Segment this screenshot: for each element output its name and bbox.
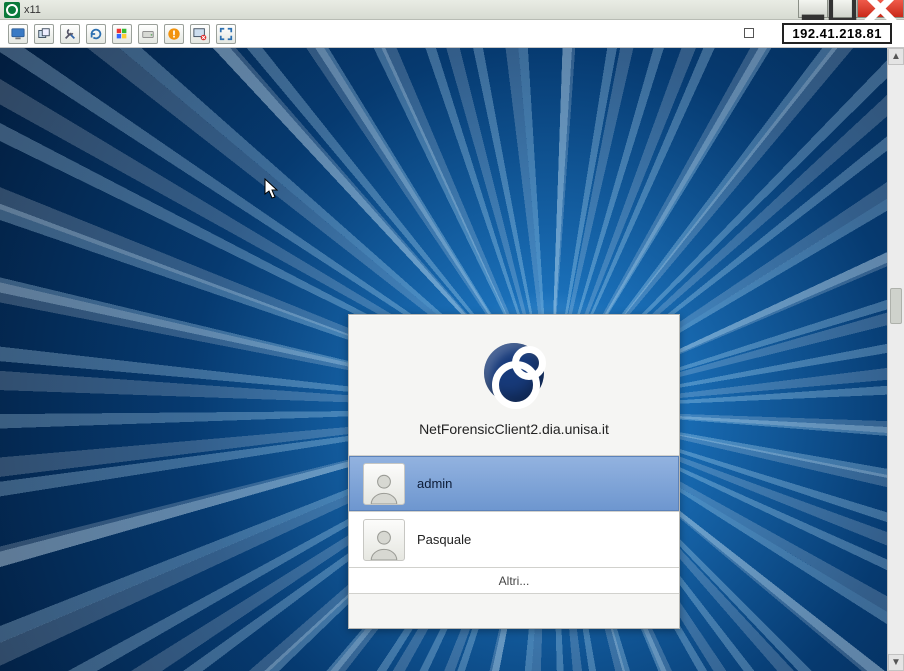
login-panel: NetForensicClient2.dia.unisa.it admin Pa… [348, 314, 680, 629]
fedora-logo-icon [484, 343, 544, 403]
minimize-button[interactable] [798, 0, 828, 18]
username-label: Pasquale [417, 532, 471, 547]
vnc-toolbar: 192.41.218.81 [0, 20, 904, 48]
drive-icon[interactable] [138, 24, 158, 44]
status-indicator [744, 28, 754, 38]
user-row-pasquale[interactable]: Pasquale [349, 512, 679, 568]
alert-icon[interactable] [164, 24, 184, 44]
other-users-row[interactable]: Altri... [349, 568, 679, 594]
windows-flag-icon[interactable] [112, 24, 132, 44]
screen-x-icon[interactable] [190, 24, 210, 44]
username-label: admin [417, 476, 452, 491]
windows-overlap-icon[interactable] [34, 24, 54, 44]
ip-address-field[interactable]: 192.41.218.81 [782, 23, 892, 44]
refresh-icon[interactable] [86, 24, 106, 44]
other-users-label: Altri... [499, 574, 530, 588]
remote-desktop-viewport[interactable]: NetForensicClient2.dia.unisa.it admin Pa… [0, 48, 887, 671]
scrollbar-thumb[interactable] [890, 288, 902, 324]
fullscreen-icon[interactable] [216, 24, 236, 44]
scroll-down-button[interactable]: ▼ [888, 654, 904, 671]
monitor-icon[interactable] [8, 24, 28, 44]
close-button[interactable] [858, 0, 904, 18]
hostname-label: NetForensicClient2.dia.unisa.it [349, 421, 679, 437]
window-title: x11 [24, 4, 41, 16]
mouse-cursor-icon [264, 178, 280, 200]
avatar-icon [363, 463, 405, 505]
window-titlebar: x11 [0, 0, 904, 20]
maximize-button[interactable] [828, 0, 858, 18]
scroll-up-button[interactable]: ▲ [888, 48, 904, 65]
app-icon [4, 2, 20, 18]
vertical-scrollbar[interactable]: ▲ ▼ [887, 48, 904, 671]
user-list: admin Pasquale Altri... [349, 455, 679, 594]
avatar-icon [363, 519, 405, 561]
tools-icon[interactable] [60, 24, 80, 44]
user-row-admin[interactable]: admin [349, 456, 679, 512]
